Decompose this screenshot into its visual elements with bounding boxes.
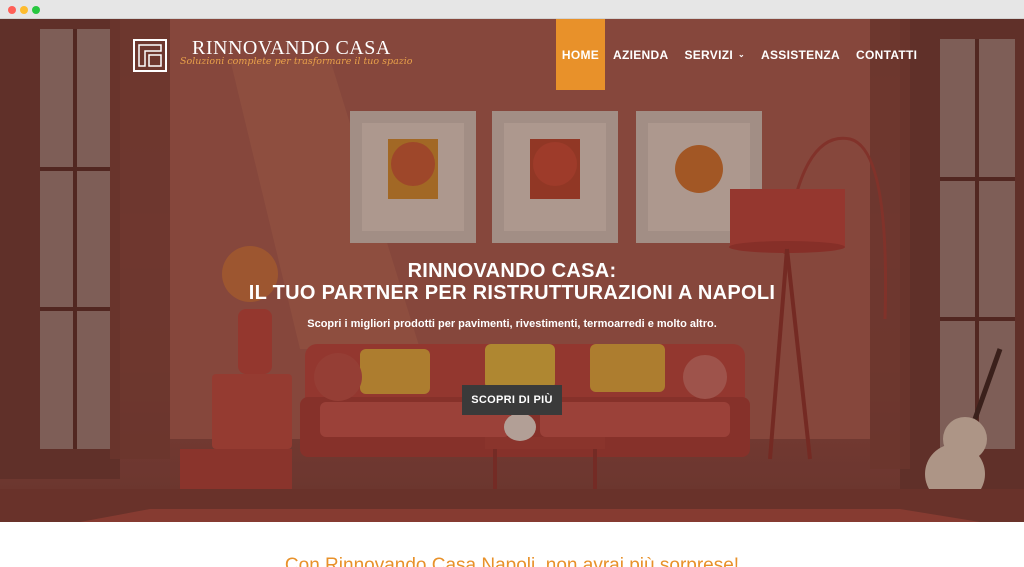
hero-title-line2: IL TUO PARTNER PER RISTRUTTURAZIONI A NA… <box>248 282 776 304</box>
minimize-window-icon[interactable] <box>20 6 28 14</box>
nav-servizi-label: SERVIZI <box>684 47 733 62</box>
intro-section: Con Rinnovando Casa Napoli, non avrai pi… <box>0 522 1024 567</box>
browser-chrome <box>0 0 1024 19</box>
nav-azienda-label: AZIENDA <box>613 47 669 62</box>
hero-subtitle: Scopri i migliori prodotti per pavimenti… <box>307 318 717 330</box>
discover-more-button[interactable]: SCOPRI DI PIÙ <box>462 385 562 415</box>
hero-title: RINNOVANDO CASA: IL TUO PARTNER PER RIST… <box>0 260 1024 304</box>
chevron-down-icon: ⌄ <box>738 50 746 59</box>
maximize-window-icon[interactable] <box>32 6 40 14</box>
nav-assistenza-label: ASSISTENZA <box>761 47 841 62</box>
nav-assistenza[interactable]: ASSISTENZA <box>753 19 848 90</box>
nav-contatti[interactable]: CONTATTI <box>848 19 925 90</box>
nav-azienda[interactable]: AZIENDA <box>605 19 676 90</box>
close-window-icon[interactable] <box>8 6 16 14</box>
hero-section: RINNOVANDO CASA Soluzioni complete per t… <box>0 19 1024 522</box>
nav-contatti-label: CONTATTI <box>856 47 918 62</box>
logo-icon[interactable] <box>133 39 167 72</box>
nav-home-label: HOME <box>561 47 600 62</box>
brand-tagline: Soluzioni complete per trasformare il tu… <box>180 56 413 67</box>
nav-servizi[interactable]: SERVIZI ⌄ <box>676 19 753 90</box>
nav-home[interactable]: HOME <box>556 19 605 90</box>
main-nav: HOME AZIENDA SERVIZI ⌄ ASSISTENZA CONTATT… <box>556 19 925 90</box>
hero-title-line1: RINNOVANDO CASA: <box>407 260 617 282</box>
section-heading: Con Rinnovando Casa Napoli, non avrai pi… <box>284 555 740 567</box>
